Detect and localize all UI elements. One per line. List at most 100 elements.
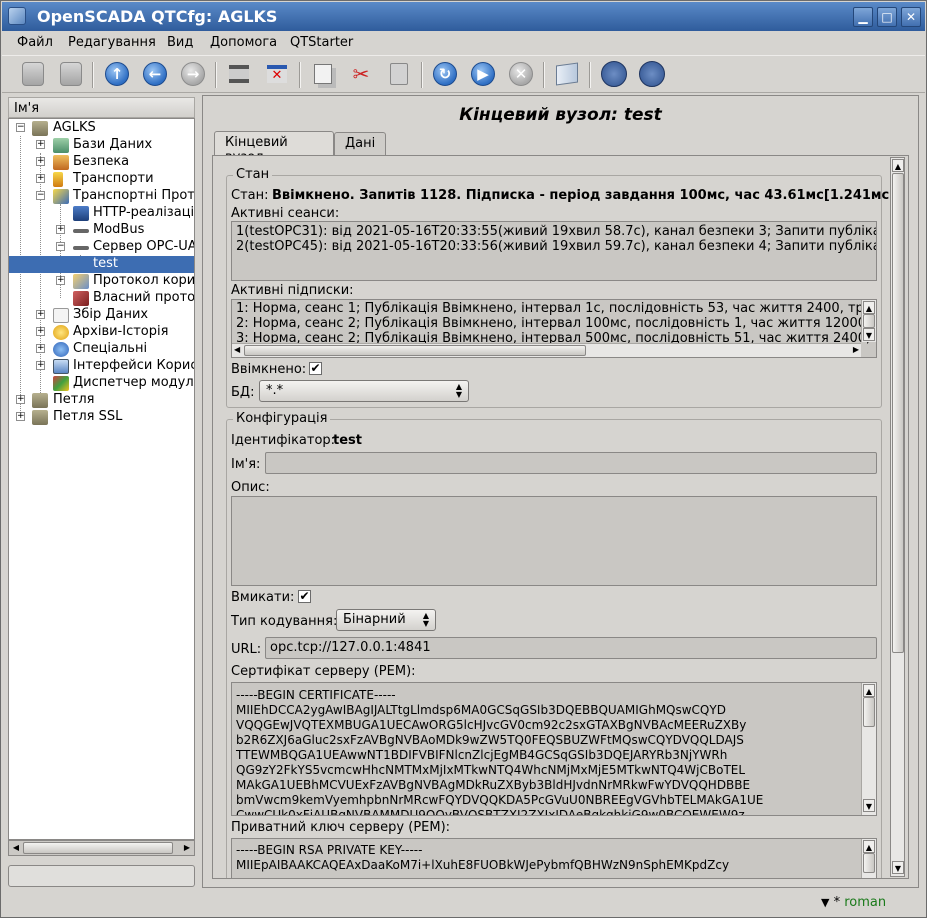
subscriptions-list[interactable]: 1: Норма, сеанс 1; Публікація Ввімкнено,… (231, 299, 877, 358)
tree-item-specials[interactable]: + Спеціальні (9, 341, 194, 358)
forward-icon[interactable]: → (178, 59, 208, 89)
tree-item-user-protocol[interactable]: + Протокол корис (9, 273, 194, 290)
navigation-tree[interactable]: − AGLKS + Бази Даних + Безпека + Транспо… (8, 118, 195, 840)
delete-item-icon[interactable]: ✕ (262, 59, 292, 89)
enabled-label: Ввімкнено: (231, 362, 307, 377)
description-textarea[interactable] (231, 496, 877, 586)
qtcfg-module-icon[interactable] (599, 59, 629, 89)
back-icon[interactable]: ← (140, 59, 170, 89)
db-load-icon[interactable] (18, 59, 48, 89)
cert-label: Сертифікат серверу (PEM): (231, 664, 416, 679)
enable-checkbox[interactable]: ✔ (298, 590, 311, 603)
key-vertical-scrollbar[interactable]: ▲ (861, 839, 876, 878)
config-group-title: Конфігурація (233, 411, 331, 426)
encoding-label: Тип кодування: (231, 614, 338, 629)
db-save-icon[interactable] (56, 59, 86, 89)
start-icon[interactable]: ▶ (468, 59, 498, 89)
enable-label: Вмикати: (231, 590, 295, 605)
user-protocol-icon (73, 274, 89, 289)
tree-item-loop[interactable]: + Петля (9, 392, 194, 409)
cert-line: TTEWMBQGA1UEAwwNT1BDIFVBIFNlcnZlcjEgMB4G… (236, 748, 728, 762)
transport-icon (53, 172, 63, 187)
cert-vertical-scrollbar[interactable]: ▲ ▼ (861, 683, 876, 815)
tree-header[interactable]: Ім'я (8, 97, 195, 118)
archives-icon (53, 325, 69, 340)
manual-icon[interactable] (552, 59, 582, 89)
key-line: -----BEGIN RSA PRIVATE KEY----- (236, 843, 423, 857)
tree-item-archives[interactable]: + Архіви-Історія (9, 324, 194, 341)
tree-item-module-manager[interactable]: Диспетчер модулів (9, 375, 194, 392)
cert-line: MIIEhDCCA2ygAwIBAgIJALTtgLlmdsp6MA0GCSqG… (236, 703, 726, 717)
tree-item-aglks[interactable]: − AGLKS (9, 120, 194, 137)
private-key-textarea[interactable]: -----BEGIN RSA PRIVATE KEY----- MIIEpAIB… (231, 838, 877, 878)
security-icon (53, 155, 69, 170)
add-item-icon[interactable] (224, 59, 254, 89)
private-key-label: Приватний ключ серверу (PEM): (231, 820, 451, 835)
id-label: Ідентифікатор: (231, 433, 336, 448)
tree-item-data-acquisition[interactable]: + Збір Даних (9, 307, 194, 324)
session-row: 2(testOPC45): від 2021-05-16T20:33:56(жи… (236, 239, 877, 254)
menu-edit[interactable]: Редагування (68, 35, 156, 50)
station-icon (32, 121, 48, 136)
db-select[interactable]: *.* ▲ ▼ (259, 380, 469, 402)
db-label: БД: (231, 385, 255, 400)
tab-end-point[interactable]: Кінцевий вузол (214, 131, 334, 165)
tree-item-user-interfaces[interactable]: + Інтерфейси Корист (9, 358, 194, 375)
sessions-list[interactable]: 1(testOPC31): від 2021-05-16T20:33:55(жи… (231, 221, 877, 281)
copy-icon[interactable] (308, 59, 338, 89)
db-select-arrows-icon: ▲ ▼ (455, 382, 463, 399)
status-label: Стан: (231, 188, 269, 203)
tree-item-security[interactable]: + Безпека (9, 154, 194, 171)
maximize-button[interactable]: □ (877, 7, 897, 27)
db-select-value: *.* (266, 383, 284, 398)
user-name[interactable]: roman (844, 895, 886, 910)
tree-item-modbus[interactable]: + ModBus (9, 222, 194, 239)
page-vertical-scrollbar[interactable]: ▲ ▼ (890, 157, 905, 877)
menu-view[interactable]: Вид (167, 35, 193, 50)
sessions-label: Активні сеанси: (231, 206, 340, 221)
tab-data[interactable]: Дані (334, 132, 386, 155)
menu-qtstarter[interactable]: QTStarter (290, 35, 353, 50)
minimize-button[interactable]: ▁ (853, 7, 873, 27)
enabled-checkbox[interactable]: ✔ (309, 362, 322, 375)
refresh-icon[interactable]: ↻ (430, 59, 460, 89)
cert-line: CwwCUk0xFjAUBgNVBAMMDU9QQyBVQSBTZXJ2ZXIx… (236, 808, 745, 816)
tab-content: Стан Стан: Ввімкнено. Запитів 1128. Підп… (212, 155, 909, 879)
opcua-server-icon (73, 246, 89, 250)
tree-item-databases[interactable]: + Бази Даних (9, 137, 194, 154)
tree-horizontal-scrollbar[interactable]: ◀ ▶ (8, 840, 195, 856)
cert-textarea[interactable]: -----BEGIN CERTIFICATE----- MIIEhDCCA2yg… (231, 682, 877, 816)
tree-item-http[interactable]: HTTP-реалізація (9, 205, 194, 222)
url-input[interactable]: opc.tcp://127.0.0.1:4841 (265, 637, 877, 659)
menu-file[interactable]: Файл (17, 35, 53, 50)
app-icon (8, 7, 26, 25)
tree-item-loop-ssl[interactable]: + Петля SSL (9, 409, 194, 426)
data-acquisition-icon (53, 308, 69, 323)
subscriptions-vertical-scrollbar[interactable]: ▲ ▼ (861, 300, 876, 342)
title-bar[interactable]: OpenSCADA QTCfg: AGLKS ▁ □ ✕ (2, 2, 925, 31)
window-title: OpenSCADA QTCfg: AGLKS (37, 7, 278, 26)
subscriptions-horizontal-scrollbar[interactable]: ◀ ▶ (232, 343, 861, 357)
tree-item-transport-protocols[interactable]: − Транспортні Прото (9, 188, 194, 205)
cut-icon[interactable]: ✂ (346, 59, 376, 89)
specials-icon (53, 342, 69, 357)
page-title: Кінцевий вузол: test (459, 105, 662, 125)
up-icon[interactable]: ↑ (102, 59, 132, 89)
tree-item-self-protocol[interactable]: Власний проток (9, 290, 194, 307)
tree-item-opcua-server[interactable]: − Сервер OPC-UA (9, 239, 194, 256)
toolbar: ↑ ← → ✕ ✂ ↻ ▶ ✕ (2, 55, 925, 93)
subscription-row: 1: Норма, сеанс 1; Публікація Ввімкнено,… (236, 301, 877, 316)
status-message-field (8, 865, 195, 887)
tree-item-transports[interactable]: + Транспорти (9, 171, 194, 188)
user-menu-arrow-icon[interactable]: ▼ (821, 896, 829, 909)
encoding-select[interactable]: Бінарний ▲ ▼ (336, 609, 436, 631)
id-value: test (333, 433, 362, 448)
database-icon (53, 138, 69, 153)
paste-icon[interactable] (384, 59, 414, 89)
close-button[interactable]: ✕ (901, 7, 921, 27)
name-input[interactable] (265, 452, 877, 474)
tree-item-test[interactable]: test (9, 256, 194, 273)
stop-icon[interactable]: ✕ (506, 59, 536, 89)
menu-help[interactable]: Допомога (210, 35, 277, 50)
vision-module-icon[interactable] (637, 59, 667, 89)
